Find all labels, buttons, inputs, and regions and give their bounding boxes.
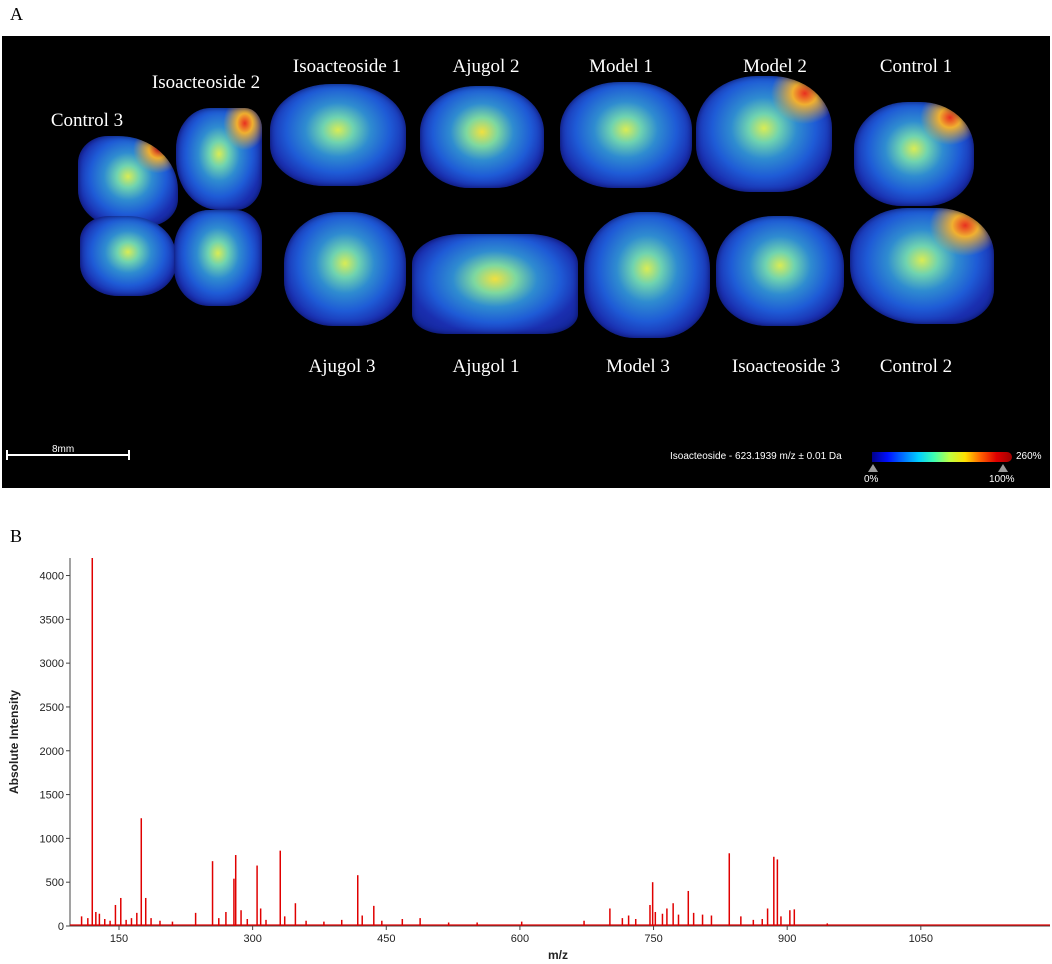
slice-label: Model 1 xyxy=(589,56,653,77)
y-tick-label: 1000 xyxy=(40,833,64,845)
x-tick-label: 150 xyxy=(110,933,128,945)
slice-label: Control 2 xyxy=(879,356,953,377)
slice-model-1 xyxy=(560,82,692,188)
scale-bar xyxy=(6,450,130,460)
slice-label: Control 3 xyxy=(50,110,124,131)
slice-label: Isoacteoside 1 xyxy=(292,56,402,77)
slice-label: Isoacteoside 3 xyxy=(731,356,841,377)
mass-spectrum-chart: 0 500 1000 1500 2000 2500 3000 3500 4000 150 300 45… xyxy=(7,558,1050,962)
x-tick-label: 750 xyxy=(644,933,662,945)
slice-control-3-top xyxy=(78,136,178,226)
y-tick-label: 4000 xyxy=(40,571,64,583)
colorbar-low-handle[interactable] xyxy=(868,464,878,472)
colorbar-high-handle[interactable] xyxy=(998,464,1008,472)
y-tick-label: 2500 xyxy=(40,702,64,714)
y-tick-label: 500 xyxy=(46,877,64,889)
slice-label: Ajugol 3 xyxy=(308,356,376,377)
slice-ajugol-1 xyxy=(412,234,578,334)
panel-a-letter: A xyxy=(10,4,23,24)
slice-label: Model 2 xyxy=(743,56,807,77)
x-tick-label: 450 xyxy=(377,933,395,945)
slice-model-2 xyxy=(696,76,832,192)
slice-isoacteoside-1 xyxy=(270,84,406,186)
y-tick-label: 3000 xyxy=(40,658,64,670)
colorbar-title: Isoacteoside - 623.1939 m/z ± 0.01 Da xyxy=(670,451,842,462)
y-tick-label: 2000 xyxy=(40,746,64,758)
slice-isoacteoside-2-bottom xyxy=(174,210,262,306)
panel-b-letter: B xyxy=(10,526,23,546)
slice-label: Ajugol 2 xyxy=(452,56,520,77)
y-tick-label: 3500 xyxy=(40,614,64,626)
y-axis-label: Absolute Intensity xyxy=(7,690,21,794)
slice-label: Isoacteoside 2 xyxy=(151,72,261,93)
x-tick-label: 300 xyxy=(243,933,261,945)
y-tick-label: 1500 xyxy=(40,790,64,802)
slice-control-3-bottom xyxy=(80,216,176,296)
slice-control-1 xyxy=(854,102,974,206)
slice-label: Model 3 xyxy=(606,356,670,377)
y-tick-label: 0 xyxy=(58,921,64,933)
x-tick-label: 1050 xyxy=(909,933,933,945)
x-axis-label: m/z xyxy=(548,948,568,962)
slice-ajugol-3 xyxy=(284,212,406,326)
x-tick-label: 600 xyxy=(511,933,529,945)
slice-label: Ajugol 1 xyxy=(452,356,520,377)
slice-model-3 xyxy=(584,212,710,338)
colorbar xyxy=(872,452,1012,462)
colorbar-low-label: 0% xyxy=(864,474,879,485)
ms-imaging-panel: Control 3 Isoacteoside 2 Isoacteoside 1 … xyxy=(2,36,1050,488)
x-tick-label: 900 xyxy=(778,933,796,945)
slice-label: Control 1 xyxy=(879,56,953,77)
colorbar-high-label: 100% xyxy=(989,474,1015,485)
slice-isoacteoside-2-top xyxy=(176,108,262,210)
slice-isoacteoside-3 xyxy=(716,216,844,326)
slice-ajugol-2 xyxy=(420,86,544,188)
slice-control-2 xyxy=(850,208,994,324)
colorbar-max-label: 260% xyxy=(1016,451,1042,462)
